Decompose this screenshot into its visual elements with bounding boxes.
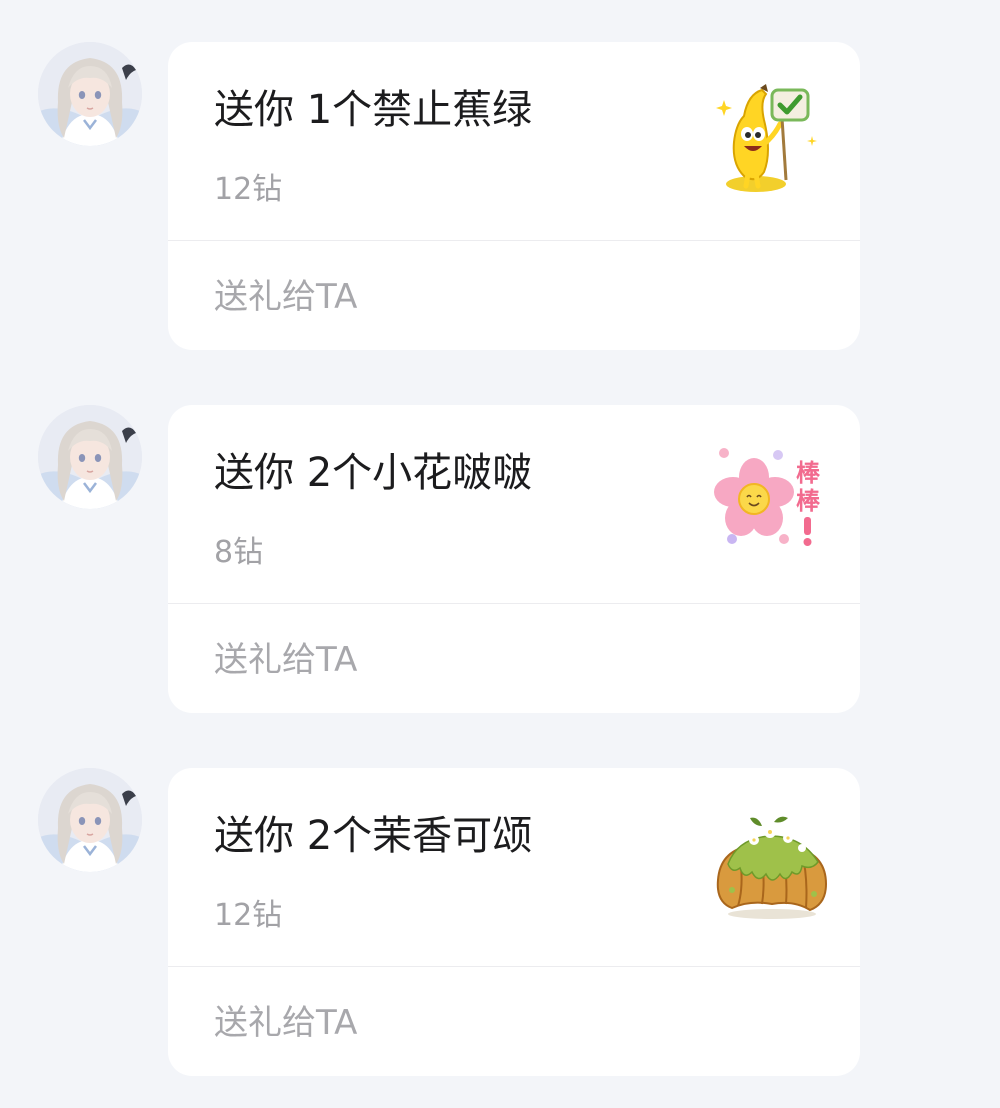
sender-avatar[interactable] — [38, 42, 142, 146]
gift-info[interactable]: 送你 1个禁止蕉绿 12钻 — [168, 42, 860, 241]
gift-card: 送你 2个小花啵啵 8钻 棒 棒 送礼给TA — [168, 405, 860, 713]
send-gift-button[interactable]: 送礼给TA — [168, 604, 860, 713]
gift-price: 12钻 — [214, 898, 283, 933]
anime-girl-avatar-icon — [38, 42, 142, 146]
gift-message: 送你 1个禁止蕉绿 12钻 送礼给TA — [0, 42, 1000, 352]
gift-info[interactable]: 送你 2个小花啵啵 8钻 棒 棒 — [168, 405, 860, 604]
sender-avatar[interactable] — [38, 768, 142, 872]
pink-flower-sticker-icon: 棒 棒 — [710, 443, 834, 567]
send-gift-label: 送礼给TA — [214, 1003, 358, 1043]
svg-text:棒: 棒 — [796, 459, 821, 487]
gift-info[interactable]: 送你 2个茉香可颂 12钻 — [168, 768, 860, 967]
anime-girl-avatar-icon — [38, 405, 142, 509]
banana-mascot-icon — [710, 80, 834, 204]
anime-girl-avatar-icon — [38, 768, 142, 872]
gift-card: 送你 1个禁止蕉绿 12钻 送礼给TA — [168, 42, 860, 350]
gift-card: 送你 2个茉香可颂 12钻 送礼给TA — [168, 768, 860, 1076]
gift-message: 送你 2个茉香可颂 12钻 送礼给TA — [0, 768, 1000, 1078]
gift-price: 8钻 — [214, 535, 264, 570]
gift-title: 送你 1个禁止蕉绿 — [214, 87, 533, 133]
gift-message: 送你 2个小花啵啵 8钻 棒 棒 送礼给TA — [0, 405, 1000, 715]
matcha-croissant-icon — [710, 806, 834, 930]
svg-text:棒: 棒 — [796, 487, 821, 515]
gift-title: 送你 2个茉香可颂 — [214, 813, 533, 859]
send-gift-button[interactable]: 送礼给TA — [168, 967, 860, 1076]
gift-title: 送你 2个小花啵啵 — [214, 450, 533, 496]
gift-price: 12钻 — [214, 172, 283, 207]
send-gift-label: 送礼给TA — [214, 277, 358, 317]
send-gift-label: 送礼给TA — [214, 640, 358, 680]
sender-avatar[interactable] — [38, 405, 142, 509]
send-gift-button[interactable]: 送礼给TA — [168, 241, 860, 350]
